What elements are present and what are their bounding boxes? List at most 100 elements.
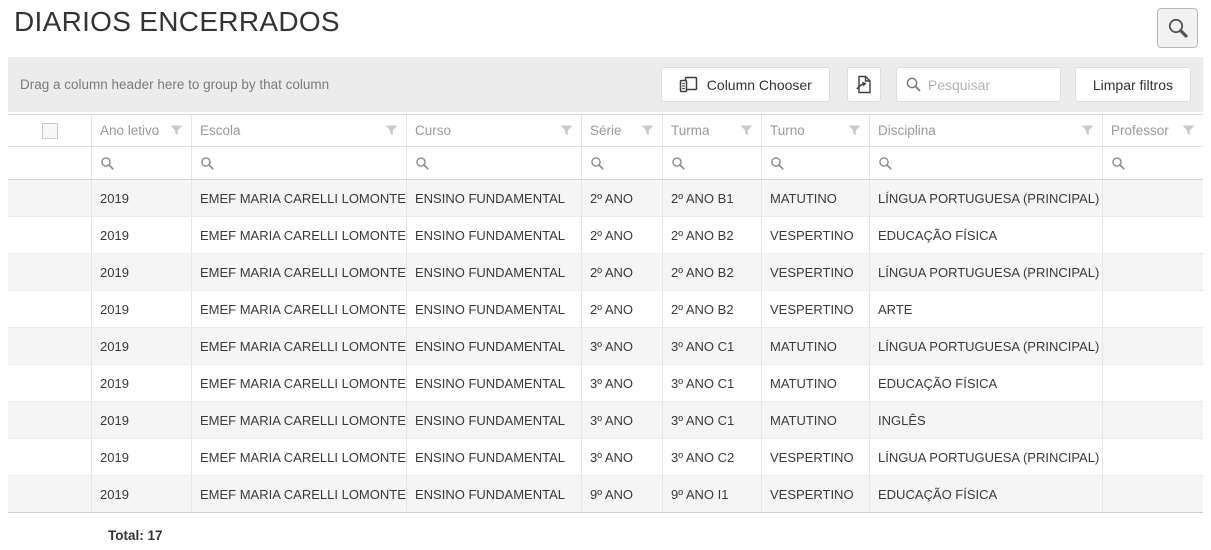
cell-professor: [1103, 439, 1203, 475]
filter-cell-select: [8, 147, 92, 179]
cell-turma: 2º ANO B2: [663, 291, 762, 327]
cell-professor: [1103, 254, 1203, 290]
filter-cell-disciplina[interactable]: [870, 147, 1103, 179]
cell-turno: VESPERTINO: [762, 291, 870, 327]
cell-professor: [1103, 217, 1203, 253]
column-header-turno[interactable]: Turno: [762, 115, 870, 146]
cell-ano-letivo: 2019: [92, 217, 192, 253]
cell-turma: 9º ANO I1: [663, 476, 762, 512]
export-icon: [854, 75, 873, 94]
row-select-cell: [8, 476, 92, 512]
cell-curso: ENSINO FUNDAMENTAL: [407, 402, 582, 438]
grid-filter-row: [8, 147, 1203, 180]
clear-filters-label: Limpar filtros: [1093, 77, 1173, 93]
cell-professor: [1103, 476, 1203, 512]
filter-funnel-icon[interactable]: [740, 125, 753, 136]
cell-escola: EMEF MARIA CARELLI LOMONTE: [192, 291, 407, 327]
search-panel-toggle-button[interactable]: [1157, 8, 1198, 48]
search-input[interactable]: [928, 77, 1052, 93]
cell-ano-letivo: 2019: [92, 365, 192, 401]
cell-curso: ENSINO FUNDAMENTAL: [407, 476, 582, 512]
filter-cell-curso[interactable]: [407, 147, 582, 179]
table-row[interactable]: 2019 EMEF MARIA CARELLI LOMONTE ENSINO F…: [8, 291, 1203, 328]
filter-funnel-icon[interactable]: [560, 125, 573, 136]
cell-serie: 2º ANO: [582, 291, 663, 327]
table-row[interactable]: 2019 EMEF MARIA CARELLI LOMONTE ENSINO F…: [8, 439, 1203, 476]
grid-total-summary: Total: 17: [8, 513, 1203, 543]
clear-filters-button[interactable]: Limpar filtros: [1075, 67, 1191, 102]
cell-professor: [1103, 365, 1203, 401]
table-row[interactable]: 2019 EMEF MARIA CARELLI LOMONTE ENSINO F…: [8, 180, 1203, 217]
filter-cell-escola[interactable]: [192, 147, 407, 179]
select-all-checkbox[interactable]: [42, 123, 58, 139]
cell-turno: VESPERTINO: [762, 439, 870, 475]
column-chooser-button[interactable]: Column Chooser: [661, 67, 830, 102]
filter-funnel-icon[interactable]: [170, 125, 183, 136]
filter-cell-professor[interactable]: [1103, 147, 1203, 179]
cell-curso: ENSINO FUNDAMENTAL: [407, 439, 582, 475]
cell-disciplina: LÍNGUA PORTUGUESA (PRINCIPAL): [870, 439, 1103, 475]
column-header-escola[interactable]: Escola: [192, 115, 407, 146]
cell-turno: VESPERTINO: [762, 254, 870, 290]
filter-cell-turma[interactable]: [663, 147, 762, 179]
cell-turno: MATUTINO: [762, 328, 870, 364]
row-select-cell: [8, 180, 92, 216]
cell-turno: MATUTINO: [762, 180, 870, 216]
cell-turma: 2º ANO B2: [663, 217, 762, 253]
column-chooser-icon: [679, 76, 698, 93]
filter-cell-ano-letivo[interactable]: [92, 147, 192, 179]
table-row[interactable]: 2019 EMEF MARIA CARELLI LOMONTE ENSINO F…: [8, 217, 1203, 254]
column-header-serie[interactable]: Série: [582, 115, 663, 146]
cell-serie: 9º ANO: [582, 476, 663, 512]
filter-funnel-icon[interactable]: [385, 125, 398, 136]
column-chooser-label: Column Chooser: [707, 77, 812, 93]
cell-escola: EMEF MARIA CARELLI LOMONTE: [192, 217, 407, 253]
cell-serie: 2º ANO: [582, 254, 663, 290]
filter-funnel-icon[interactable]: [848, 125, 861, 136]
cell-ano-letivo: 2019: [92, 439, 192, 475]
column-header-professor[interactable]: Professor: [1103, 115, 1203, 146]
cell-serie: 3º ANO: [582, 439, 663, 475]
cell-escola: EMEF MARIA CARELLI LOMONTE: [192, 180, 407, 216]
cell-turno: MATUTINO: [762, 402, 870, 438]
cell-serie: 2º ANO: [582, 217, 663, 253]
cell-curso: ENSINO FUNDAMENTAL: [407, 180, 582, 216]
column-header-ano-letivo[interactable]: Ano letivo: [92, 115, 192, 146]
cell-ano-letivo: 2019: [92, 291, 192, 327]
page-title: DIARIOS ENCERRADOS: [14, 6, 340, 38]
cell-escola: EMEF MARIA CARELLI LOMONTE: [192, 254, 407, 290]
cell-escola: EMEF MARIA CARELLI LOMONTE: [192, 476, 407, 512]
table-row[interactable]: 2019 EMEF MARIA CARELLI LOMONTE ENSINO F…: [8, 254, 1203, 291]
column-header-disciplina[interactable]: Disciplina: [870, 115, 1103, 146]
filter-funnel-icon[interactable]: [1182, 125, 1195, 136]
column-header-turma[interactable]: Turma: [663, 115, 762, 146]
cell-escola: EMEF MARIA CARELLI LOMONTE: [192, 365, 407, 401]
cell-turno: MATUTINO: [762, 365, 870, 401]
cell-ano-letivo: 2019: [92, 328, 192, 364]
cell-turma: 3º ANO C1: [663, 328, 762, 364]
cell-disciplina: LÍNGUA PORTUGUESA (PRINCIPAL): [870, 328, 1103, 364]
cell-ano-letivo: 2019: [92, 402, 192, 438]
cell-serie: 2º ANO: [582, 180, 663, 216]
table-row[interactable]: 2019 EMEF MARIA CARELLI LOMONTE ENSINO F…: [8, 328, 1203, 365]
cell-escola: EMEF MARIA CARELLI LOMONTE: [192, 402, 407, 438]
cell-disciplina: EDUCAÇÃO FÍSICA: [870, 365, 1103, 401]
cell-ano-letivo: 2019: [92, 476, 192, 512]
table-row[interactable]: 2019 EMEF MARIA CARELLI LOMONTE ENSINO F…: [8, 365, 1203, 402]
table-row[interactable]: 2019 EMEF MARIA CARELLI LOMONTE ENSINO F…: [8, 476, 1203, 513]
filter-cell-turno[interactable]: [762, 147, 870, 179]
toolbar-search-box: [896, 67, 1061, 102]
column-header-curso[interactable]: Curso: [407, 115, 582, 146]
cell-turma: 3º ANO C2: [663, 439, 762, 475]
filter-funnel-icon[interactable]: [1081, 125, 1094, 136]
row-select-cell: [8, 291, 92, 327]
filter-cell-serie[interactable]: [582, 147, 663, 179]
filter-funnel-icon[interactable]: [641, 125, 654, 136]
cell-disciplina: ARTE: [870, 291, 1103, 327]
row-select-cell: [8, 217, 92, 253]
cell-disciplina: INGLÊS: [870, 402, 1103, 438]
table-row[interactable]: 2019 EMEF MARIA CARELLI LOMONTE ENSINO F…: [8, 402, 1203, 439]
grid-header-row: Ano letivo Escola Curso Série Turma Turn…: [8, 115, 1203, 147]
row-select-cell: [8, 254, 92, 290]
export-button[interactable]: [847, 67, 881, 102]
